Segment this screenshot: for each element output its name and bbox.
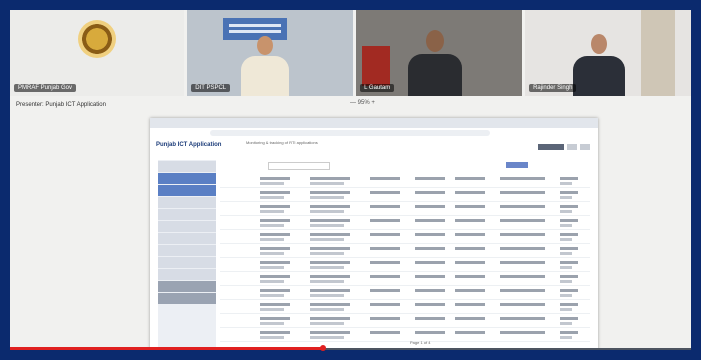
- emblem-icon: [78, 20, 117, 58]
- table-row[interactable]: [220, 230, 590, 244]
- table-row[interactable]: [220, 244, 590, 258]
- bookshelf: [362, 46, 391, 86]
- participant-name: PMRAF Punjab Gov: [14, 84, 77, 92]
- add-button[interactable]: [506, 162, 528, 168]
- presenter-status: Presenter: Punjab ICT Application: [16, 102, 106, 108]
- search-input[interactable]: [268, 162, 330, 170]
- sidebar-item[interactable]: [158, 269, 216, 280]
- address-bar[interactable]: [210, 130, 490, 136]
- pagination[interactable]: Page 1 of 4: [410, 340, 430, 345]
- zoom-control[interactable]: — 95% +: [350, 100, 375, 106]
- sidebar-item[interactable]: [158, 233, 216, 244]
- poster: [223, 18, 288, 40]
- sidebar: [158, 160, 216, 350]
- participant-tile[interactable]: DIT PSPCL: [187, 10, 354, 96]
- browser-tab-bar[interactable]: [150, 118, 598, 128]
- table-row[interactable]: [220, 286, 590, 300]
- table-row[interactable]: [220, 188, 590, 202]
- video-frame: PMRAF Punjab Gov DIT PSPCL L Gautam Raji…: [10, 10, 691, 350]
- table-row[interactable]: [220, 174, 590, 188]
- sidebar-item[interactable]: [158, 161, 216, 172]
- table-row[interactable]: [220, 202, 590, 216]
- table-toolbar: [268, 162, 588, 170]
- video-progress-handle[interactable]: [320, 345, 327, 351]
- app-subtitle: Monitoring & tracking of RTI application…: [246, 140, 318, 145]
- participant-name: DIT PSPCL: [191, 84, 231, 92]
- participant-tile[interactable]: Rajinder Singh: [525, 10, 691, 96]
- shared-screen: Punjab ICT Application Monitoring & trac…: [150, 118, 598, 350]
- sidebar-item[interactable]: [158, 209, 216, 220]
- table-row[interactable]: [220, 272, 590, 286]
- table-row[interactable]: [220, 216, 590, 230]
- participant-tile[interactable]: PMRAF Punjab Gov: [10, 10, 185, 96]
- table-row[interactable]: [220, 300, 590, 314]
- participant-tile[interactable]: L Gautam: [356, 10, 523, 96]
- door: [640, 10, 675, 96]
- sidebar-item[interactable]: [158, 221, 216, 232]
- header-buttons[interactable]: [538, 144, 590, 150]
- table-row[interactable]: [220, 258, 590, 272]
- sidebar-item[interactable]: [158, 197, 216, 208]
- sidebar-item-active[interactable]: [158, 185, 216, 196]
- sidebar-item-active[interactable]: [158, 173, 216, 184]
- video-progress-fill: [10, 347, 324, 350]
- sidebar-item[interactable]: [158, 257, 216, 268]
- sidebar-item[interactable]: [158, 281, 216, 292]
- sidebar-item[interactable]: [158, 245, 216, 256]
- records-table: [220, 174, 590, 342]
- participant-name: Rajinder Singh: [529, 84, 577, 92]
- participant-strip: PMRAF Punjab Gov DIT PSPCL L Gautam Raji…: [10, 10, 691, 96]
- sidebar-item[interactable]: [158, 293, 216, 304]
- participant-name: L Gautam: [360, 84, 395, 92]
- table-row[interactable]: [220, 328, 590, 342]
- table-row[interactable]: [220, 314, 590, 328]
- app-title: Punjab ICT Application: [156, 142, 222, 148]
